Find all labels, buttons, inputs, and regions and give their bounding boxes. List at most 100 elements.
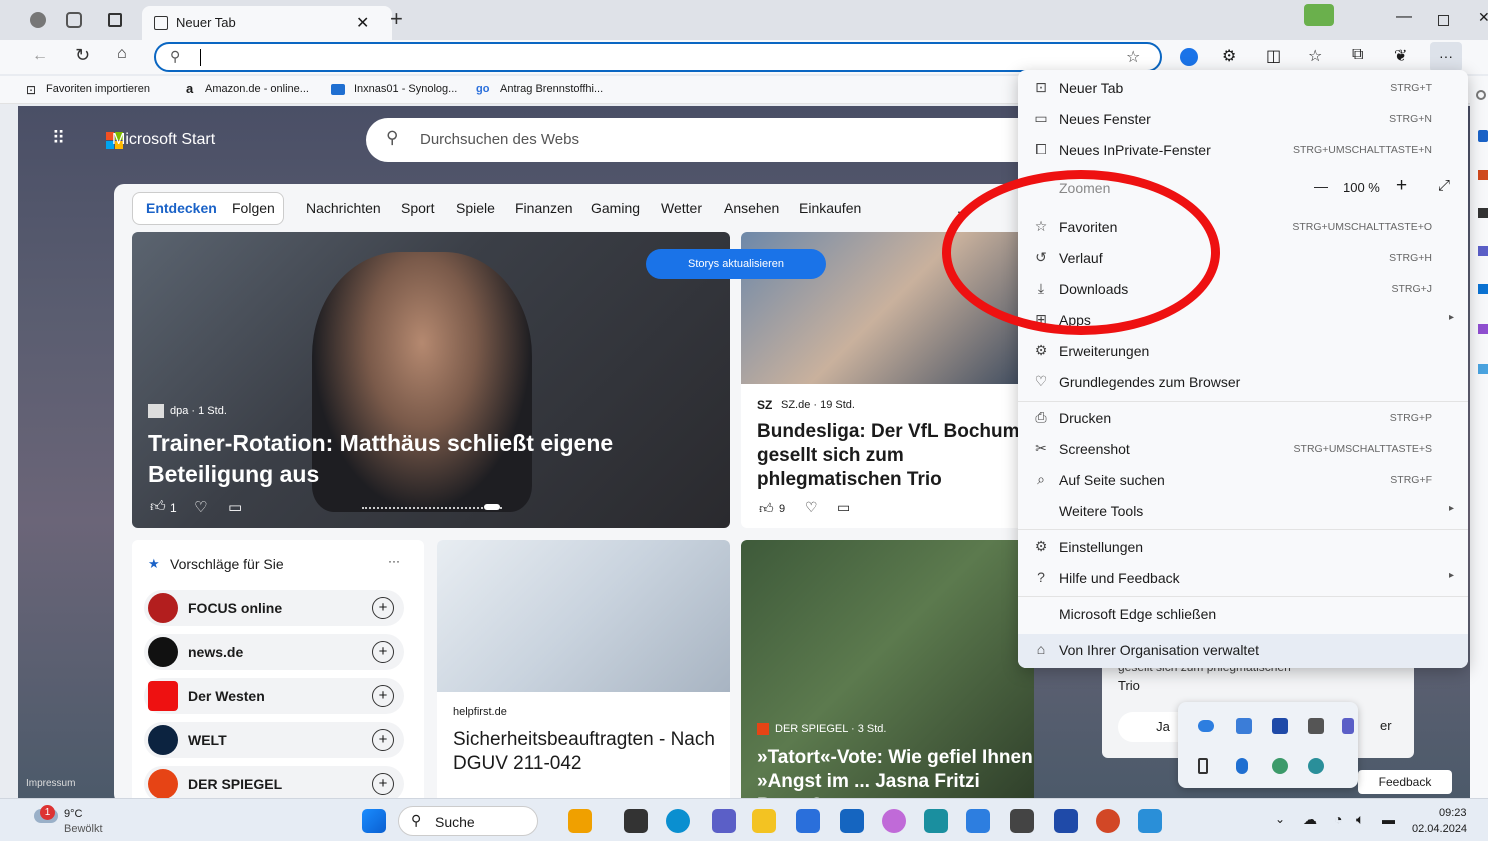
comment-icon[interactable]: ▭ [228,498,242,516]
menu-item-new-window[interactable]: ▭ Neues Fenster STRG+N [1018,103,1468,134]
follow-plus-icon[interactable]: + [372,773,394,795]
card3-title[interactable]: Sicherheitsbeauftragten - Nach DGUV 211-… [453,728,723,776]
edge-icon[interactable] [666,809,690,833]
new-tab-button[interactable]: + [390,6,403,32]
profile-icon[interactable] [30,12,46,28]
card2-title[interactable]: Bundesliga: Der VfL Bochum gesellt sich … [757,420,1023,492]
battery-icon[interactable]: ▬ [1382,812,1395,827]
close-window-icon[interactable]: ✕ [1478,9,1488,26]
vertical-tabs-icon[interactable] [108,13,122,27]
favorite-star-icon[interactable]: ☆ [1126,47,1140,67]
menu-item-print[interactable]: ⎙ Drucken STRG+P [1018,402,1468,433]
webex-icon[interactable] [1054,809,1078,833]
fav-item-amazon[interactable]: Amazon.de - online... [205,83,309,95]
extensions-icon[interactable]: ⚙ [1222,46,1236,66]
clock-date[interactable]: 02.04.2024 [1412,823,1467,835]
menu-item-settings[interactable]: ⚙ Einstellungen [1018,531,1468,562]
cloud-icon[interactable]: ☁ [1303,811,1317,828]
web-search-input[interactable]: ⚲ Durchsuchen des Webs [366,118,1066,162]
collections-icon[interactable]: ⧉ [1352,46,1363,64]
feedback-button[interactable]: Feedback [1358,770,1452,794]
network-tray-icon[interactable] [1308,718,1324,734]
bluetooth-tray-icon[interactable] [1236,758,1248,774]
suggest-item-focus[interactable]: FOCUS online + [144,590,404,626]
like-icon[interactable]: 👍︎ [759,500,774,517]
tab-nachrichten[interactable]: Nachrichten [306,200,381,216]
sidebar-games-icon[interactable] [1478,208,1488,218]
address-input[interactable]: ⚲ ☆ [154,42,1162,72]
tab-finanzen[interactable]: Finanzen [515,200,573,216]
menu-item-help[interactable]: ? Hilfe und Feedback ▸ [1018,562,1468,593]
shield-tray-icon[interactable] [1308,758,1324,774]
sidebar-star-icon[interactable] [1478,364,1488,374]
refresh-icon[interactable]: ↻ [75,45,90,66]
itunes-icon[interactable] [882,809,906,833]
sidebar-tools-icon[interactable] [1478,170,1488,180]
comment-icon[interactable]: ▭ [837,499,850,516]
store-icon[interactable] [796,809,820,833]
favorites-bar-icon[interactable]: ☆ [1308,46,1322,66]
volume-icon[interactable]: 🔈︎ [1356,811,1364,828]
shield-icon[interactable] [1180,48,1198,66]
menu-item-more-tools[interactable]: Weitere Tools ▸ [1018,495,1468,526]
more-button[interactable]: ··· [1430,42,1462,72]
suggest-item-spiegel[interactable]: DER SPIEGEL + [144,766,404,798]
zoom-out-button[interactable]: — [1314,178,1328,194]
taskbar-search[interactable]: ⚲ Suche [398,806,538,836]
usb-tray-icon[interactable] [1198,758,1208,774]
copilot-icon[interactable]: ❦ [1394,46,1407,66]
menu-item-close-edge[interactable]: Microsoft Edge schließen [1018,598,1468,629]
powerpoint-icon[interactable] [1096,809,1120,833]
tab-entdecken[interactable]: Entdecken [146,200,217,216]
zoom-in-button[interactable]: + [1396,175,1407,197]
tab-einkaufen[interactable]: Einkaufen [799,200,861,216]
webex-tray-icon[interactable] [1272,718,1288,734]
hero-title[interactable]: Trainer-Rotation: Matthäus schließt eige… [148,428,618,490]
task-view-icon[interactable] [624,809,648,833]
back-icon[interactable]: ← [32,47,48,65]
onedrive-icon[interactable] [966,809,990,833]
refresh-stories-button[interactable]: Storys aktualisieren [646,249,826,279]
remote-desktop-icon[interactable] [1010,809,1034,833]
sidebar-outlook-icon[interactable] [1478,284,1488,294]
card4[interactable]: DER SPIEGEL · 3 Std. »Tatort«-Vote: Wie … [741,540,1034,798]
tab-new-tab[interactable]: Neuer Tab ✕ [142,6,392,40]
suggest-more[interactable]: ··· [388,554,400,568]
widgets-icon[interactable] [568,809,592,833]
file-explorer-icon[interactable] [752,809,776,833]
menu-item-inprivate[interactable]: ⧠ Neues InPrivate-Fenster STRG+UMSCHALTTAS… [1018,134,1468,165]
close-tab-icon[interactable]: ✕ [356,13,369,33]
sidebar-office-icon[interactable] [1478,246,1488,256]
wifi-icon[interactable]: ◔ [1334,811,1342,827]
fullscreen-icon[interactable]: ⤢ [1438,177,1450,194]
tab-ansehen[interactable]: Ansehen [724,200,779,216]
menu-item-managed[interactable]: ⌂ Von Ihrer Organisation verwaltet [1018,634,1468,668]
carousel-dots[interactable] [362,507,502,511]
suggest-item-derwesten[interactable]: Der Westen + [144,678,404,714]
hero-card[interactable]: dpa · 1 Std. Trainer-Rotation: Matthäus … [132,232,730,528]
follow-plus-icon[interactable]: + [372,685,394,707]
sidebar-designer-icon[interactable] [1478,324,1488,334]
app-new-icon[interactable] [1138,809,1162,833]
sync-tray-icon[interactable] [1236,718,1252,734]
teams-icon[interactable] [712,809,736,833]
calculator-icon[interactable] [924,809,948,833]
onedrive-tray-icon[interactable] [1198,720,1214,732]
minimize-icon[interactable]: — [1396,8,1412,26]
menu-item-new-tab[interactable]: ⊡ Neuer Tab STRG+T [1018,72,1468,103]
menu-item-find[interactable]: ⌕ Auf Seite suchen STRG+F [1018,464,1468,495]
sidebar-shopping-icon[interactable] [1478,130,1488,142]
mail-icon[interactable] [840,809,864,833]
fav-item-import[interactable]: Favoriten importieren [46,83,150,95]
menu-item-browser-essentials[interactable]: ♡ Grundlegendes zum Browser [1018,366,1468,397]
start-windows-icon[interactable] [362,809,386,833]
dislike-icon[interactable]: ♡ [194,498,207,516]
tray-chevron-icon[interactable]: ⌄ [1275,812,1285,826]
tab-spiele[interactable]: Spiele [456,200,495,216]
teams-tray-icon[interactable] [1342,718,1354,734]
follow-plus-icon[interactable]: + [372,729,394,751]
app-launcher-icon[interactable]: ⠿ [52,128,65,149]
home-icon[interactable]: ⌂ [117,45,127,63]
tab-wetter[interactable]: Wetter [661,200,702,216]
fav-item-antrag[interactable]: Antrag Brennstoffhi... [500,83,603,95]
